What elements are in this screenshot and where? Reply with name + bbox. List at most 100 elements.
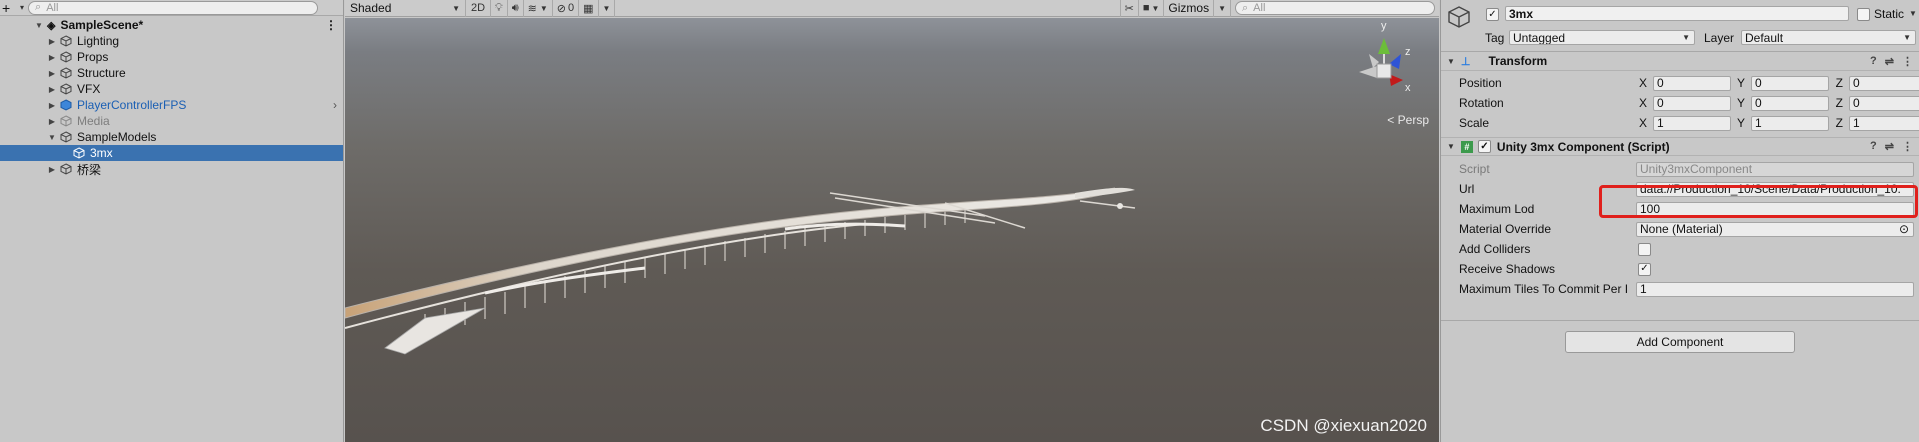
- position-x-field[interactable]: 0: [1653, 75, 1731, 91]
- projection-toggle[interactable]: < Persp: [1387, 113, 1429, 127]
- preset-icon[interactable]: ⇌: [1885, 140, 1894, 153]
- gizmos-menu[interactable]: ▼: [1214, 0, 1231, 17]
- camera-toggle[interactable]: ■ ▼: [1139, 0, 1165, 17]
- hidden-objects-toggle[interactable]: ⊘ 0: [553, 0, 580, 17]
- scene-toolbar: Shaded ▼ 2D 💡︎ 🔊︎ ≋ ▼ ⊘ 0 ▦ ▼ ✂ ■ ▼ Gizmos …: [345, 0, 1439, 17]
- help-icon[interactable]: ?: [1870, 55, 1877, 68]
- expand-arrow-icon[interactable]: ▶: [47, 165, 57, 174]
- hierarchy-item-lighting[interactable]: ▶ Lighting: [0, 33, 343, 49]
- chevron-right-icon[interactable]: ›: [333, 98, 337, 112]
- tag-dropdown[interactable]: Untagged ▼: [1509, 30, 1695, 45]
- rotation-x-field[interactable]: 0: [1653, 95, 1731, 111]
- lightbulb-icon: 💡︎: [495, 1, 503, 14]
- rotation-z-field[interactable]: 0: [1849, 95, 1919, 111]
- grid-toggle[interactable]: ▦: [579, 0, 599, 17]
- expand-arrow-icon[interactable]: ▶: [47, 69, 57, 78]
- gameobject-cube-icon: [1448, 6, 1470, 28]
- effects-toggle[interactable]: ≋ ▼: [524, 0, 553, 17]
- active-checkbox[interactable]: ✓: [1486, 8, 1499, 21]
- component-header-icons: ? ⇌ ⋮: [1870, 55, 1913, 68]
- material-object-field[interactable]: None (Material) ⊙: [1636, 221, 1914, 237]
- transform-header[interactable]: ▼ ⊥ Transform ? ⇌ ⋮: [1441, 52, 1919, 71]
- add-component-button[interactable]: Add Component: [1565, 331, 1795, 353]
- foldout-arrow-icon[interactable]: ▼: [1447, 142, 1455, 151]
- item-label: PlayerControllerFPS: [77, 98, 187, 112]
- hierarchy-item-playercontroller[interactable]: ▶ PlayerControllerFPS ›: [0, 97, 343, 113]
- highlight-annotation: [1599, 185, 1918, 218]
- expand-arrow-icon[interactable]: ▶: [47, 53, 57, 62]
- lighting-toggle[interactable]: 💡︎: [491, 0, 508, 17]
- chevron-down-icon[interactable]: ▼: [1909, 9, 1917, 18]
- hierarchy-item-bridge[interactable]: ▶ 桥梁: [0, 161, 343, 177]
- script-label: Script: [1459, 162, 1490, 176]
- script-value: Unity3mxComponent: [1640, 162, 1753, 176]
- tools-toggle[interactable]: ✂: [1119, 0, 1139, 17]
- component-enabled-checkbox[interactable]: ✓: [1477, 140, 1491, 153]
- camera-icon: ■: [1142, 2, 1150, 14]
- hierarchy-toolbar: + ▾ ⌕ All: [0, 0, 343, 16]
- object-header: ✓ 3mx Static ▼ Tag Untagged ▼ Layer Defau…: [1441, 0, 1919, 52]
- scene-search-input[interactable]: ⌕ All: [1235, 1, 1435, 15]
- expand-arrow-icon[interactable]: ▼: [47, 133, 57, 142]
- search-icon: ⌕: [35, 1, 42, 13]
- scene-menu-icon[interactable]: ⋮: [325, 18, 337, 32]
- rotation-y-field[interactable]: 0: [1751, 95, 1829, 111]
- kebab-menu-icon[interactable]: ⋮: [1902, 55, 1913, 68]
- hierarchy-item-structure[interactable]: ▶ Structure: [0, 65, 343, 81]
- gizmos-dropdown[interactable]: Gizmos: [1164, 0, 1215, 17]
- colliders-checkbox[interactable]: [1638, 242, 1651, 256]
- scale-y-field[interactable]: 1: [1751, 115, 1829, 131]
- preset-icon[interactable]: ⇌: [1885, 55, 1894, 68]
- help-icon[interactable]: ?: [1870, 140, 1877, 153]
- effects-icon: ≋: [527, 2, 537, 15]
- more-dropdown[interactable]: ▼: [599, 0, 616, 17]
- position-y-field[interactable]: 0: [1751, 75, 1829, 91]
- hierarchy-item-vfx[interactable]: ▶ VFX: [0, 81, 343, 97]
- expand-arrow-icon[interactable]: ▶: [47, 85, 57, 94]
- chevron-down-icon: ▼: [539, 3, 548, 13]
- scene-viewport[interactable]: y z x < Persp CSDN @xiexuan2020: [345, 18, 1439, 442]
- shadows-label: Receive Shadows: [1459, 262, 1556, 276]
- shadows-checkbox[interactable]: ✓: [1638, 262, 1651, 276]
- expand-arrow-icon[interactable]: ▼: [34, 21, 44, 30]
- speaker-icon: 🔊︎: [511, 1, 519, 14]
- audio-toggle[interactable]: 🔊︎: [508, 0, 524, 17]
- static-label: Static: [1874, 7, 1905, 21]
- object-name-input[interactable]: 3mx: [1505, 6, 1849, 21]
- scene-view-panel: Shaded ▼ 2D 💡︎ 🔊︎ ≋ ▼ ⊘ 0 ▦ ▼ ✂ ■ ▼ Gizmos …: [345, 0, 1439, 442]
- component-header[interactable]: ▼ # ✓ Unity 3mx Component (Script) ? ⇌ ⋮: [1441, 137, 1919, 156]
- tiles-input[interactable]: 1: [1636, 281, 1914, 297]
- scene-row[interactable]: ▼ ◈ SampleScene* ⋮: [0, 17, 343, 33]
- expand-arrow-icon[interactable]: ▶: [47, 117, 57, 126]
- expand-arrow-icon[interactable]: ▶: [47, 37, 57, 46]
- hierarchy-search-input[interactable]: ⌕ All: [28, 0, 319, 15]
- script-hash-icon: #: [1460, 140, 1473, 153]
- 2d-toggle[interactable]: 2D: [466, 0, 491, 17]
- scale-x-field[interactable]: 1: [1653, 115, 1731, 131]
- shading-mode-dropdown[interactable]: Shaded ▼: [345, 0, 466, 17]
- hierarchy-item-samplemodels[interactable]: ▼ SampleModels: [0, 129, 343, 145]
- object-picker-icon[interactable]: ⊙: [1899, 223, 1909, 236]
- hierarchy-item-3mx[interactable]: 3mx: [0, 145, 343, 161]
- search-placeholder: All: [1253, 2, 1266, 14]
- scale-z-field[interactable]: 1: [1849, 115, 1919, 131]
- static-checkbox[interactable]: [1857, 8, 1870, 21]
- url-label: Url: [1459, 182, 1475, 196]
- position-z-field[interactable]: 0: [1849, 75, 1919, 91]
- foldout-arrow-icon[interactable]: ▼: [1447, 57, 1455, 66]
- layer-dropdown[interactable]: Default ▼: [1741, 30, 1916, 45]
- value: 0: [1853, 96, 1860, 110]
- 2d-label: 2D: [470, 2, 486, 14]
- chevron-down-icon: ▼: [1903, 33, 1911, 42]
- chevron-down-icon[interactable]: ▾: [20, 3, 24, 12]
- hierarchy-item-props[interactable]: ▶ Props: [0, 49, 343, 65]
- kebab-menu-icon[interactable]: ⋮: [1902, 140, 1913, 153]
- value: 1: [1755, 116, 1762, 130]
- gameobject-cube-icon: [60, 131, 72, 143]
- rotation-label: Rotation: [1459, 96, 1504, 110]
- add-object-button[interactable]: +: [2, 1, 16, 15]
- expand-arrow-icon[interactable]: ▶: [47, 101, 57, 110]
- gameobject-cube-icon: [60, 83, 72, 95]
- hierarchy-item-media[interactable]: ▶ Media: [0, 113, 343, 129]
- orientation-gizmo[interactable]: y z x: [1349, 20, 1419, 114]
